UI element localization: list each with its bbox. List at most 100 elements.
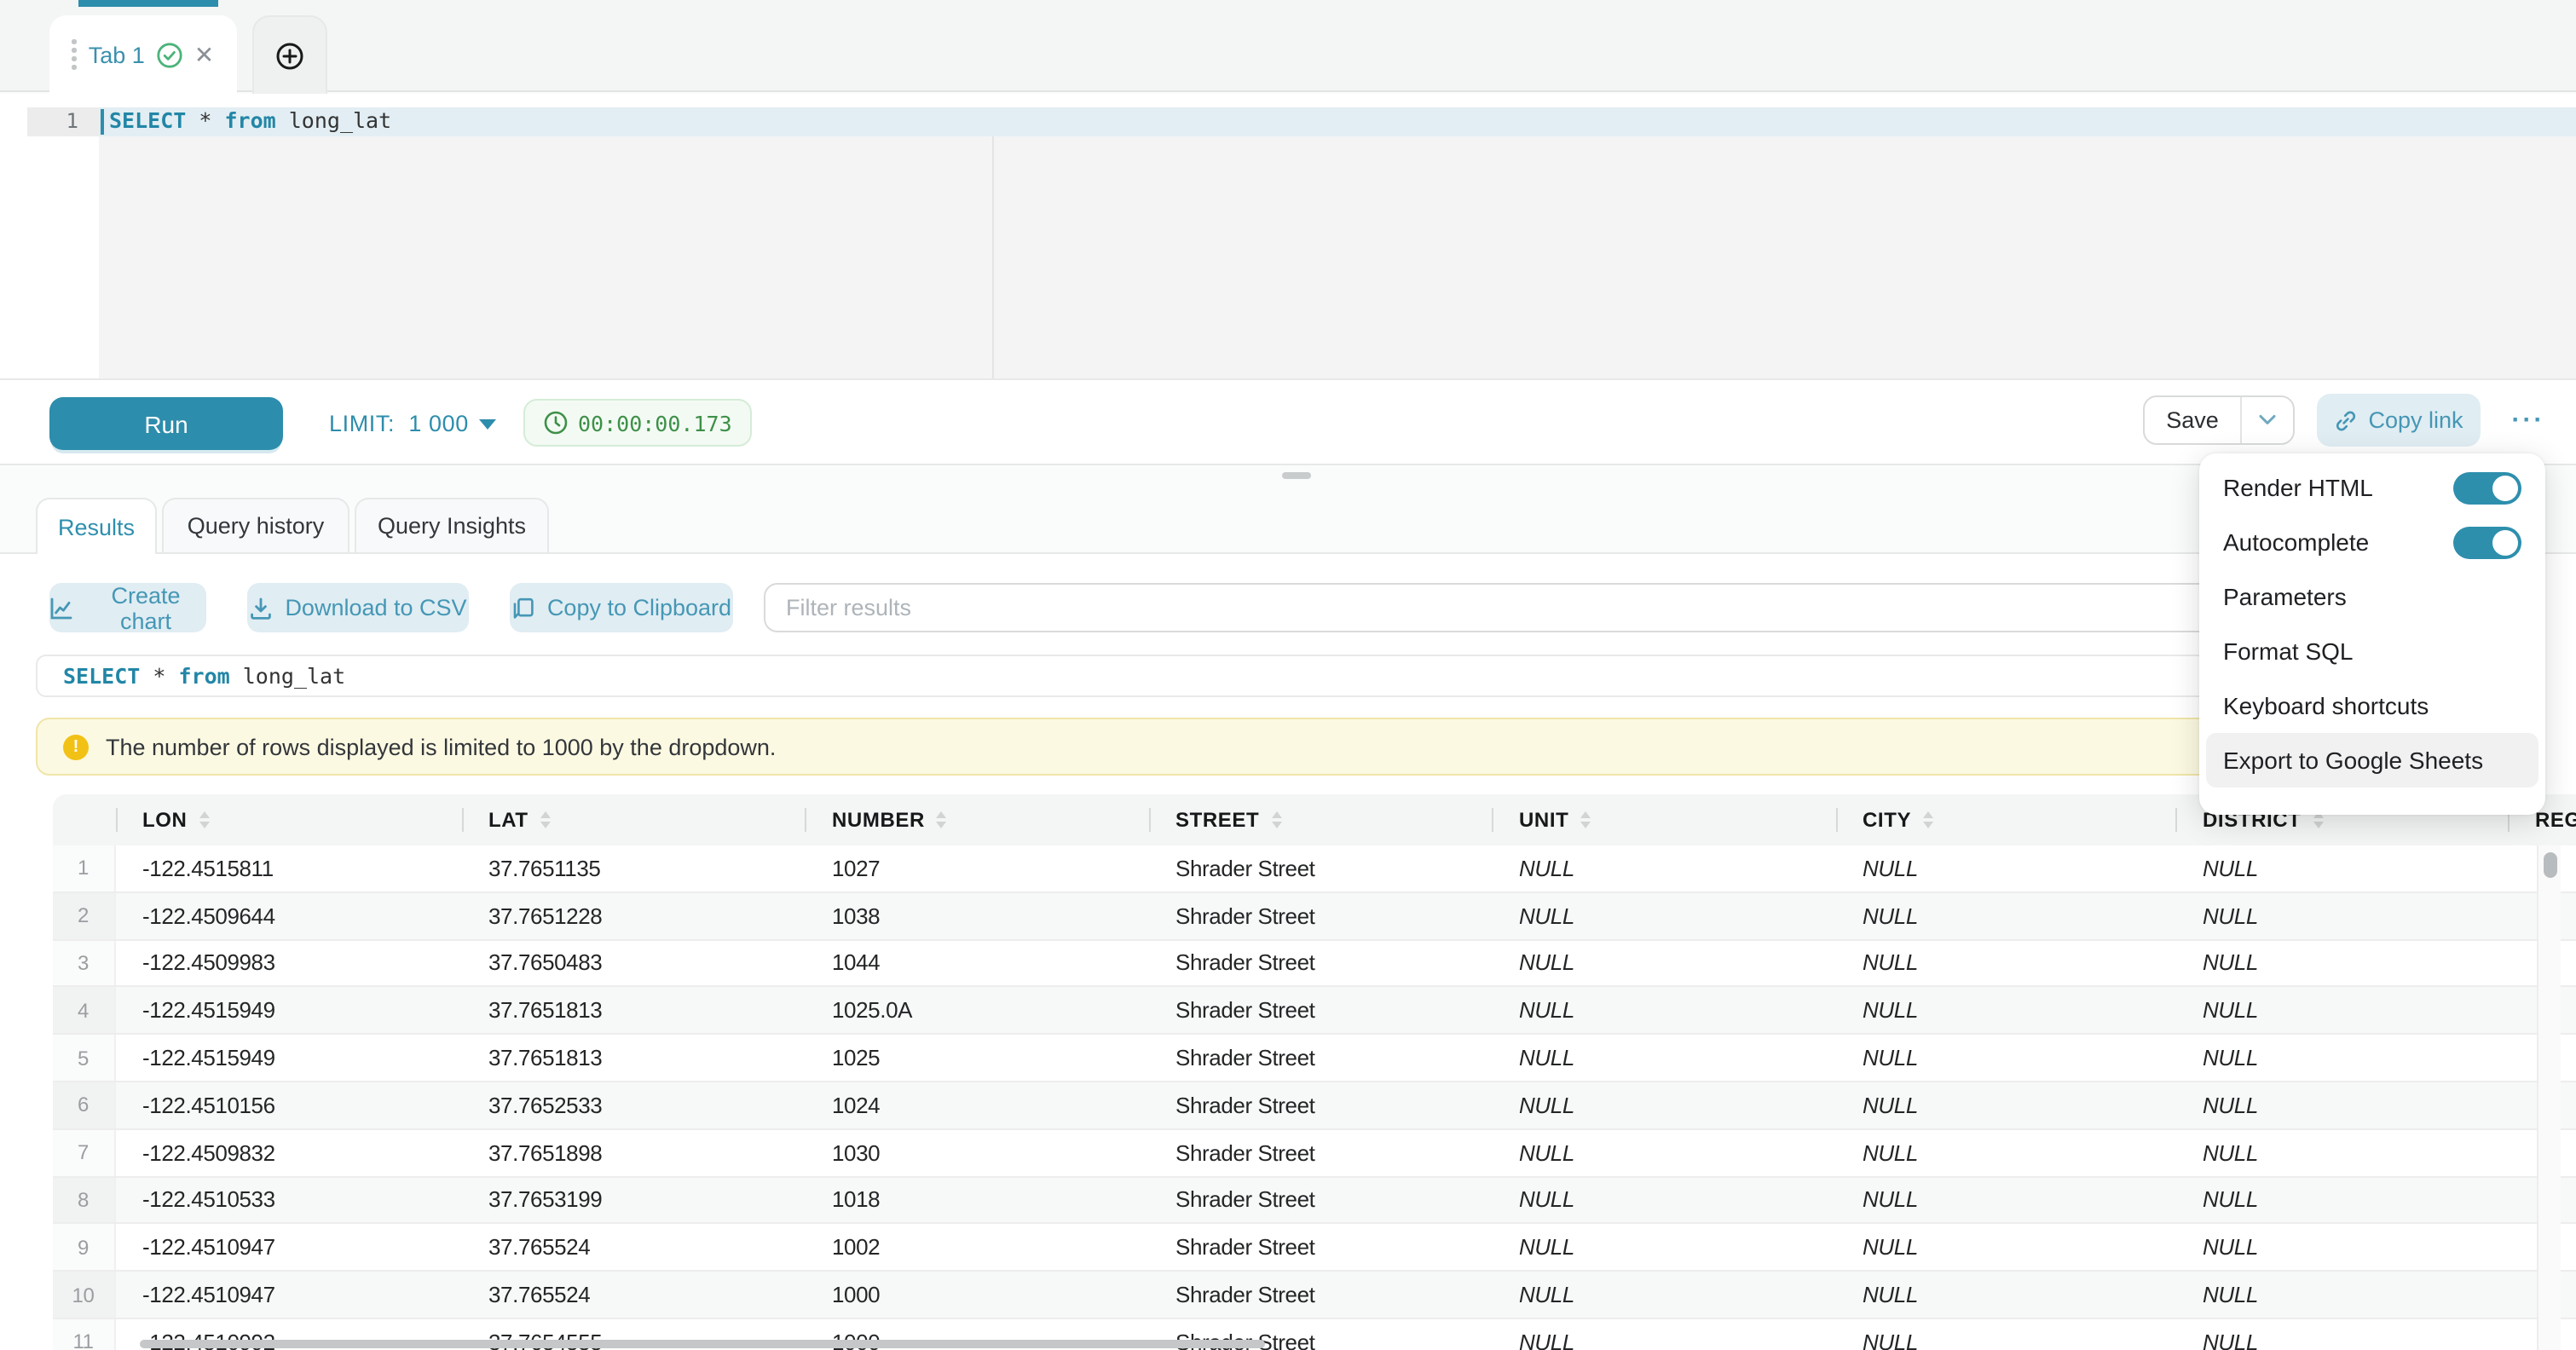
new-tab-button[interactable]: [252, 15, 327, 94]
chart-icon: [49, 596, 73, 620]
save-button[interactable]: Save: [2145, 397, 2242, 443]
table-cell: 1038: [805, 893, 1148, 939]
table-cell: Shrader Street: [1148, 893, 1492, 939]
menu-item-render-html[interactable]: Render HTML: [2206, 460, 2538, 515]
table-cell: NULL: [1492, 1225, 1835, 1271]
editor-tab-bar: Tab 1 ✕: [0, 0, 2576, 92]
column-header-city[interactable]: CITY: [1835, 794, 2175, 845]
table-row[interactable]: 5-122.451594937.76518131025Shrader Stree…: [53, 1035, 2576, 1082]
editor-gutter: [0, 136, 99, 378]
editor-divider: [992, 136, 994, 378]
table-cell: NULL: [1492, 1272, 1835, 1318]
table-cell: NULL: [2175, 1177, 2508, 1223]
table-cell: NULL: [1492, 1177, 1835, 1223]
table-row[interactable]: 4-122.451594937.76518131025.0AShrader St…: [53, 988, 2576, 1036]
column-header-unit[interactable]: UNIT: [1492, 794, 1835, 845]
table-cell: 1044: [805, 940, 1148, 986]
menu-item-export-to-google-sheets[interactable]: Export to Google Sheets: [2206, 733, 2538, 788]
run-button[interactable]: Run: [49, 397, 283, 450]
table-cell: NULL: [1492, 893, 1835, 939]
column-header-number[interactable]: NUMBER: [805, 794, 1148, 845]
sort-icon[interactable]: [199, 811, 209, 828]
sort-icon[interactable]: [540, 811, 551, 828]
table-cell: Shrader Street: [1148, 845, 1492, 891]
table-cell: NULL: [1492, 1130, 1835, 1176]
limit-dropdown[interactable]: LIMIT: 1 000: [329, 380, 496, 467]
table-row[interactable]: 9-122.451094737.7655241002Shrader Street…: [53, 1225, 2576, 1272]
table-cell: NULL: [1835, 1035, 2175, 1081]
table-cell: 1000: [805, 1272, 1148, 1318]
copy-clipboard-button[interactable]: Copy to Clipboard: [510, 583, 733, 632]
column-header-street[interactable]: STREET: [1148, 794, 1492, 845]
executed-query-display: SELECT * from long_lat: [36, 655, 2540, 697]
download-csv-button[interactable]: Download to CSV: [247, 583, 469, 632]
horizontal-scrollbar-thumb[interactable]: [140, 1340, 1265, 1348]
table-cell: -122.4510156: [115, 1082, 461, 1128]
table-cell: NULL: [1835, 940, 2175, 986]
toggle-render-html[interactable]: [2453, 471, 2521, 504]
table-row[interactable]: 10-122.451094737.7655241000Shrader Stree…: [53, 1272, 2576, 1319]
table-cell: NULL: [2175, 845, 2508, 891]
column-header-lat[interactable]: LAT: [461, 794, 805, 845]
table-cell: NULL: [1835, 1319, 2175, 1350]
table-cell: Shrader Street: [1148, 940, 1492, 986]
tab-query-insights[interactable]: Query Insights: [355, 498, 549, 552]
copy-icon: [511, 596, 535, 620]
row-number: 7: [53, 1130, 115, 1176]
table-cell: Shrader Street: [1148, 988, 1492, 1034]
table-cell: 37.765524: [461, 1225, 805, 1271]
table-row[interactable]: 2-122.450964437.76512281038Shrader Stree…: [53, 893, 2576, 941]
sql-editor-app: Tab 1 ✕ 1 SELECT * from long_lat: [0, 0, 2576, 1350]
table-cell: 1030: [805, 1130, 1148, 1176]
editor-active-line[interactable]: 1 SELECT * from long_lat: [0, 107, 2576, 136]
results-tab-row: ResultsQuery historyQuery Insights: [0, 498, 2576, 552]
more-options-button[interactable]: ···: [2503, 394, 2554, 447]
save-options-button[interactable]: [2242, 397, 2293, 443]
menu-item-keyboard-shortcuts[interactable]: Keyboard shortcuts: [2206, 678, 2538, 733]
close-tab-icon[interactable]: ✕: [194, 43, 214, 66]
limit-label: LIMIT: 1 000: [329, 411, 469, 436]
table-row[interactable]: 3-122.450998337.76504831044Shrader Stree…: [53, 940, 2576, 988]
table-cell: NULL: [2175, 1035, 2508, 1081]
panel-resize-handle[interactable]: [1282, 472, 1311, 479]
clock-icon: [544, 411, 568, 435]
editor-empty-area[interactable]: [99, 136, 2576, 378]
drag-handle-icon[interactable]: [72, 40, 77, 70]
table-row[interactable]: 6-122.451015637.76525331024Shrader Stree…: [53, 1082, 2576, 1130]
table-cell: 1025: [805, 1035, 1148, 1081]
sort-icon[interactable]: [1580, 811, 1591, 828]
column-header-lon[interactable]: LON: [115, 794, 461, 845]
toggle-autocomplete[interactable]: [2453, 526, 2521, 558]
copy-link-button[interactable]: Copy link: [2317, 394, 2481, 447]
menu-item-autocomplete[interactable]: Autocomplete: [2206, 515, 2538, 569]
menu-item-parameters[interactable]: Parameters: [2206, 569, 2538, 624]
line-number: 1: [0, 107, 78, 136]
sort-icon[interactable]: [1923, 811, 1933, 828]
tab-results[interactable]: Results: [36, 498, 157, 554]
options-menu: Render HTMLAutocompleteParametersFormat …: [2199, 453, 2545, 815]
table-cell: 1027: [805, 845, 1148, 891]
table-cell: 1002: [805, 1225, 1148, 1271]
table-row[interactable]: 8-122.451053337.76531991018Shrader Stree…: [53, 1177, 2576, 1225]
link-icon: [2334, 408, 2358, 432]
tab-1[interactable]: Tab 1 ✕: [49, 15, 237, 94]
sql-code-editor[interactable]: 1 SELECT * from long_lat: [0, 94, 2576, 378]
table-cell: -122.4515811: [115, 845, 461, 891]
table-cell: -122.4510947: [115, 1225, 461, 1271]
table-row[interactable]: 1-122.451581137.76511351027Shrader Stree…: [53, 845, 2576, 893]
vertical-scrollbar-thumb[interactable]: [2544, 852, 2557, 878]
vertical-scrollbar[interactable]: [2537, 845, 2561, 1350]
chevron-down-icon: [2259, 414, 2276, 426]
results-table: LONLATNUMBERSTREETUNITCITYDISTRICTREGION…: [53, 794, 2576, 1350]
menu-item-format-sql[interactable]: Format SQL: [2206, 624, 2538, 678]
run-toolbar: Run LIMIT: 1 000 00:00:00.173 Save Copy …: [0, 378, 2576, 465]
row-number: 6: [53, 1082, 115, 1128]
sort-icon[interactable]: [937, 811, 947, 828]
table-cell: NULL: [1492, 988, 1835, 1034]
table-row[interactable]: 7-122.450983237.76518981030Shrader Stree…: [53, 1130, 2576, 1178]
tab-query-history[interactable]: Query history: [162, 498, 349, 552]
sort-icon[interactable]: [1271, 811, 1281, 828]
warning-text: The number of rows displayed is limited …: [106, 734, 776, 759]
create-chart-button[interactable]: Create chart: [49, 583, 206, 632]
row-number: 9: [53, 1225, 115, 1271]
